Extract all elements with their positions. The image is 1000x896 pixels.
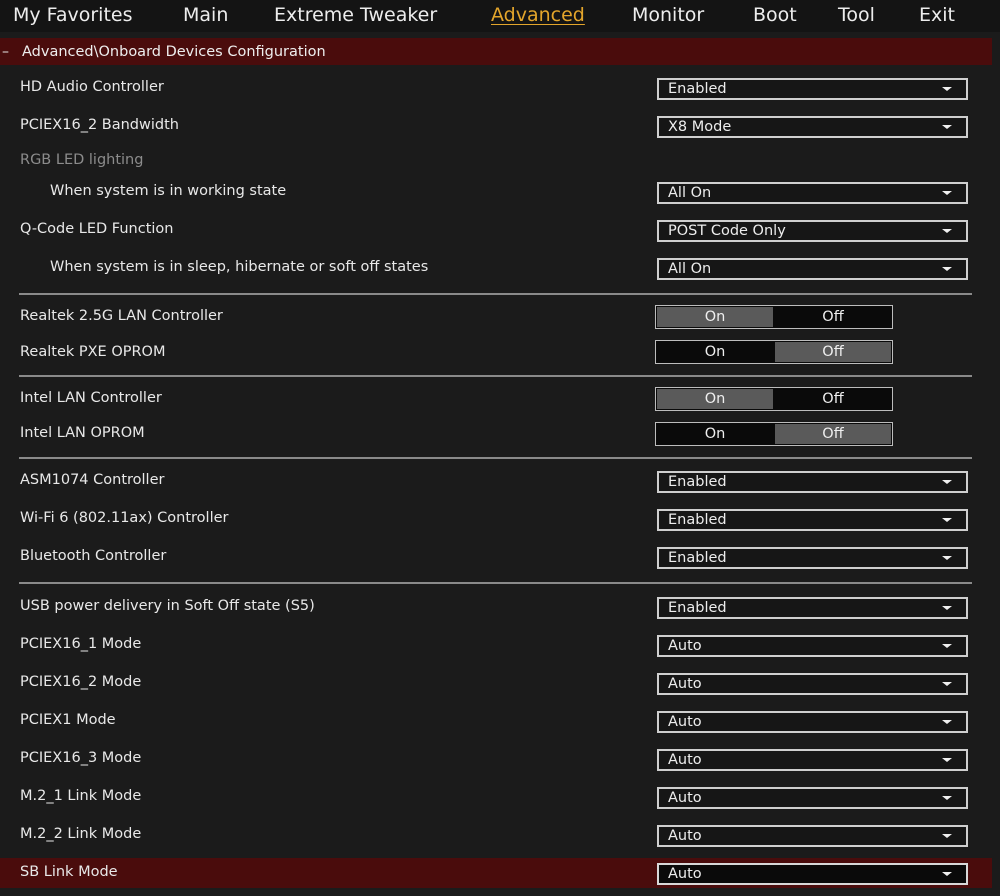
chevron-down-icon [942,556,952,560]
dropdown-value: Auto [668,752,702,768]
dropdown-value: Enabled [668,600,727,616]
hd-audio-controller-label: HD Audio Controller [20,79,164,95]
section-divider [19,582,972,584]
breadcrumb-path: Advanced\Onboard Devices Configuration [22,43,326,60]
toggle-on-option[interactable]: On [657,389,773,409]
section-divider [19,457,972,459]
chevron-down-icon [942,87,952,91]
pciex16-2-mode-dropdown[interactable]: Auto [657,673,968,695]
section-divider [19,375,972,377]
section-divider [19,293,972,295]
usb-power-delivery-dropdown[interactable]: Enabled [657,597,968,619]
chevron-down-icon [942,758,952,762]
chevron-down-icon [942,229,952,233]
bluetooth-controller-dropdown[interactable]: Enabled [657,547,968,569]
chevron-down-icon [942,796,952,800]
bluetooth-controller-label: Bluetooth Controller [20,548,167,564]
dropdown-value: Enabled [668,81,727,97]
intel-lan-controller-label: Intel LAN Controller [20,390,162,406]
dropdown-value: Enabled [668,550,727,566]
chevron-down-icon [942,682,952,686]
toggle-on-option[interactable]: On [657,307,773,327]
toggle-on-option[interactable]: On [657,342,773,362]
tab-advanced[interactable]: Advanced [491,3,585,27]
asm1074-controller-label: ASM1074 Controller [20,472,165,488]
realtek-lan-controller-label: Realtek 2.5G LAN Controller [20,308,223,324]
dropdown-value: Auto [668,866,702,882]
qcode-led-function-dropdown[interactable]: POST Code Only [657,220,968,242]
tab-extreme-tweaker[interactable]: Extreme Tweaker [274,3,437,27]
chevron-down-icon [942,606,952,610]
dropdown-value: Auto [668,714,702,730]
chevron-down-icon [942,872,952,876]
intel-lan-oprom-label: Intel LAN OPROM [20,425,145,441]
dropdown-value: Auto [668,790,702,806]
tab-main[interactable]: Main [183,3,228,27]
dropdown-value: POST Code Only [668,223,786,239]
chevron-down-icon [942,834,952,838]
chevron-down-icon [942,191,952,195]
qcode-led-function-label: Q-Code LED Function [20,221,174,237]
m2-1-link-mode-dropdown[interactable]: Auto [657,787,968,809]
rgb-working-state-label: When system is in working state [50,183,287,199]
sb-link-mode-label: SB Link Mode [20,864,118,880]
tab-my-favorites[interactable]: My Favorites [13,3,133,27]
dropdown-value: Enabled [668,474,727,490]
tab-exit[interactable]: Exit [919,3,955,27]
dropdown-value: Enabled [668,512,727,528]
toggle-off-option[interactable]: Off [775,424,891,444]
chevron-down-icon [942,644,952,648]
wifi-controller-dropdown[interactable]: Enabled [657,509,968,531]
pciex16-2-mode-label: PCIEX16_2 Mode [20,674,142,690]
dropdown-value: All On [668,185,712,201]
toggle-on-option[interactable]: On [657,424,773,444]
pciex16-3-mode-dropdown[interactable]: Auto [657,749,968,771]
dropdown-value: Auto [668,638,702,654]
chevron-down-icon [942,720,952,724]
sb-link-mode-dropdown[interactable]: Auto [657,863,968,885]
rgb-led-lighting-heading: RGB LED lighting [20,152,144,168]
realtek-pxe-oprom-label: Realtek PXE OPROM [20,344,166,360]
m2-1-link-mode-label: M.2_1 Link Mode [20,788,142,804]
toggle-off-option[interactable]: Off [775,342,891,362]
rgb-sleep-state-label: When system is in sleep, hibernate or so… [50,259,429,275]
pciex16-1-mode-dropdown[interactable]: Auto [657,635,968,657]
pciex16-3-mode-label: PCIEX16_3 Mode [20,750,142,766]
intel-lan-controller-toggle[interactable]: On Off [655,387,893,411]
pciex16-1-mode-label: PCIEX16_1 Mode [20,636,142,652]
top-menu-bar: My Favorites Main Extreme Tweaker Advanc… [0,0,1000,32]
wifi-controller-label: Wi-Fi 6 (802.11ax) Controller [20,510,229,526]
usb-power-delivery-label: USB power delivery in Soft Off state (S5… [20,598,315,614]
realtek-pxe-oprom-toggle[interactable]: On Off [655,340,893,364]
toggle-off-option[interactable]: Off [775,389,891,409]
asm1074-controller-dropdown[interactable]: Enabled [657,471,968,493]
pciex16-2-bandwidth-dropdown[interactable]: X8 Mode [657,116,968,138]
m2-2-link-mode-label: M.2_2 Link Mode [20,826,142,842]
dropdown-value: All On [668,261,712,277]
tab-tool[interactable]: Tool [838,3,875,27]
pciex1-mode-dropdown[interactable]: Auto [657,711,968,733]
breadcrumb: – Advanced\Onboard Devices Configuration [0,38,992,65]
chevron-down-icon [942,518,952,522]
m2-2-link-mode-dropdown[interactable]: Auto [657,825,968,847]
tab-monitor[interactable]: Monitor [632,3,704,27]
collapse-icon[interactable]: – [0,44,22,60]
dropdown-value: Auto [668,828,702,844]
realtek-lan-controller-toggle[interactable]: On Off [655,305,893,329]
dropdown-value: Auto [668,676,702,692]
intel-lan-oprom-toggle[interactable]: On Off [655,422,893,446]
tab-boot[interactable]: Boot [753,3,797,27]
toggle-off-option[interactable]: Off [775,307,891,327]
chevron-down-icon [942,267,952,271]
chevron-down-icon [942,125,952,129]
chevron-down-icon [942,480,952,484]
hd-audio-controller-dropdown[interactable]: Enabled [657,78,968,100]
pciex1-mode-label: PCIEX1 Mode [20,712,116,728]
rgb-sleep-state-dropdown[interactable]: All On [657,258,968,280]
rgb-working-state-dropdown[interactable]: All On [657,182,968,204]
dropdown-value: X8 Mode [668,119,732,135]
pciex16-2-bandwidth-label: PCIEX16_2 Bandwidth [20,117,179,133]
